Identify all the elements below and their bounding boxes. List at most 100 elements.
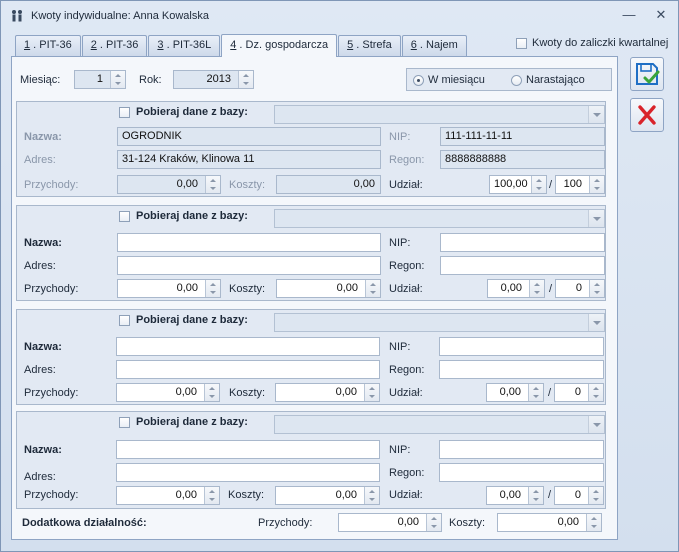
section-4-udzial-denominator[interactable]: 0 (554, 486, 604, 505)
section-1-udzial-spinner[interactable] (531, 176, 546, 193)
minimize-button[interactable]: — (619, 8, 639, 24)
year-spinner[interactable] (238, 71, 253, 88)
section-2-koszty-stepper[interactable]: 0,00 (276, 279, 381, 298)
section-3-header: Pobieraj dane z bazy: (119, 314, 248, 326)
section-2-udzial-denominator-spinner[interactable] (589, 280, 604, 297)
section-2-przychody-spinner[interactable] (205, 280, 220, 297)
save-button[interactable] (630, 57, 664, 91)
section-3-udzial-spinner[interactable] (528, 384, 543, 401)
section-4-nip-field[interactable] (439, 440, 604, 459)
extra-przychody-stepper[interactable]: 0,00 (338, 513, 442, 532)
section-2-regon-field[interactable] (440, 256, 605, 275)
extra-business-label: Dodatkowa działalność: (22, 517, 147, 529)
tab-najem[interactable]: 6 . Najem (401, 35, 467, 56)
month-spinner[interactable] (110, 71, 125, 88)
radio-monthly[interactable]: W miesiącu (413, 74, 485, 86)
section-1-pobieraj-checkbox[interactable] (119, 106, 130, 118)
tab-strefa[interactable]: 5 . Strefa (338, 35, 401, 56)
section-1-adres-field[interactable]: 31-124 Kraków, Klinowa 11 (117, 150, 381, 169)
section-4-przychody-spinner[interactable] (204, 487, 219, 504)
radio-monthly-dot[interactable] (413, 74, 424, 86)
section-4-nazwa-label: Nazwa: (24, 444, 62, 456)
section-3-koszty-stepper[interactable]: 0,00 (275, 383, 380, 402)
section-3-przychody-stepper[interactable]: 0,00 (116, 383, 220, 402)
extra-przychody-spinner[interactable] (426, 514, 441, 531)
section-1-udzial-label: Udział: (389, 179, 423, 191)
close-window-button[interactable]: ✕ (651, 8, 671, 24)
kwartal-checkbox-box[interactable] (516, 37, 527, 49)
section-3-udzial-denominator[interactable]: 0 (554, 383, 604, 402)
section-3-udzial-label: Udział: (389, 387, 423, 399)
section-4-koszty-label: Koszty: (228, 489, 265, 501)
section-1-koszty-field[interactable]: 0,00 (276, 175, 381, 194)
section-1-header: Pobieraj dane z bazy: (119, 106, 248, 118)
section-4-adres-field[interactable] (116, 463, 380, 482)
section-4-przychody-label: Przychody: (24, 489, 79, 501)
radio-cumulative-dot[interactable] (511, 74, 522, 86)
section-1-udzial-denominator-spinner[interactable] (589, 176, 604, 193)
tab-pit36-1[interactable]: 1 . PIT-36 (15, 35, 81, 56)
section-3-przychody-spinner[interactable] (204, 384, 219, 401)
section-3-pobieraj-checkbox[interactable] (119, 314, 130, 326)
chevron-down-icon[interactable] (588, 416, 604, 433)
section-3-source-dropdown[interactable] (274, 313, 605, 332)
section-4-przychody-stepper[interactable]: 0,00 (116, 486, 220, 505)
period-radio-group: W miesiącu Narastająco (406, 68, 612, 91)
section-2-udzial-denominator[interactable]: 0 (555, 279, 605, 298)
section-2-udzial-spinner[interactable] (529, 280, 544, 297)
window-title: Kwoty indywidualne: Anna Kowalska (31, 10, 209, 22)
section-3-udzial-stepper[interactable]: 0,00 (486, 383, 544, 402)
section-2-adres-field[interactable] (117, 256, 381, 275)
month-stepper[interactable]: 1 (74, 70, 126, 89)
section-1-source-dropdown[interactable] (274, 105, 605, 124)
section-2-koszty-label: Koszty: (229, 283, 266, 295)
section-4-koszty-stepper[interactable]: 0,00 (275, 486, 380, 505)
section-2-pobieraj-checkbox[interactable] (119, 210, 130, 222)
chevron-down-icon[interactable] (588, 314, 604, 331)
section-4-udzial-spinner[interactable] (528, 487, 543, 504)
section-1-nazwa-field[interactable]: OGRODNIK (117, 127, 381, 146)
section-2-udzial-stepper[interactable]: 0,00 (487, 279, 545, 298)
section-3-nip-field[interactable] (439, 337, 604, 356)
section-4-koszty-spinner[interactable] (364, 487, 379, 504)
section-4-pobieraj-checkbox[interactable] (119, 416, 130, 428)
section-3-regon-field[interactable] (439, 360, 604, 379)
cancel-button[interactable] (630, 98, 664, 132)
section-1-przychody-spinner[interactable] (205, 176, 220, 193)
section-1-udzial-stepper[interactable]: 100,00 (489, 175, 547, 194)
section-1-regon-field[interactable]: 8888888888 (440, 150, 605, 169)
tab-dz-gospodarcza[interactable]: 4 . Dz. gospodarcza (221, 34, 338, 57)
extra-koszty-spinner[interactable] (586, 514, 601, 531)
section-2-przychody-stepper[interactable]: 0,00 (117, 279, 221, 298)
section-3-regon-label: Regon: (389, 364, 425, 376)
radio-cumulative[interactable]: Narastająco (511, 74, 585, 86)
tab-pit36-2[interactable]: 2 . PIT-36 (81, 35, 148, 56)
section-3-koszty-spinner[interactable] (364, 384, 379, 401)
kwartal-checkbox[interactable]: Kwoty do zaliczki kwartalnej (516, 37, 668, 49)
section-4-nazwa-field[interactable] (116, 440, 380, 459)
section-2-source-dropdown[interactable] (274, 209, 605, 228)
section-4-source-dropdown[interactable] (274, 415, 605, 434)
year-stepper[interactable]: 2013 (173, 70, 254, 89)
section-4-udzial-stepper[interactable]: 0,00 (486, 486, 544, 505)
chevron-down-icon[interactable] (588, 106, 604, 123)
section-2-nip-field[interactable] (440, 233, 605, 252)
section-1-udzial-denominator[interactable]: 100 (555, 175, 605, 194)
section-4-slash: / (548, 489, 552, 501)
tab-pit36l[interactable]: 3 . PIT-36L (148, 35, 221, 56)
extra-koszty-stepper[interactable]: 0,00 (497, 513, 602, 532)
section-4-regon-field[interactable] (439, 463, 604, 482)
cancel-x-icon (638, 105, 656, 125)
section-3-adres-field[interactable] (116, 360, 380, 379)
section-3-udzial-denominator-spinner[interactable] (588, 384, 603, 401)
section-2-adres-label: Adres: (24, 260, 56, 272)
section-4-udzial-denominator-spinner[interactable] (588, 487, 603, 504)
section-2-nazwa-field[interactable] (117, 233, 381, 252)
section-2-koszty-spinner[interactable] (365, 280, 380, 297)
business-section-3: Pobieraj dane z bazy: Nazwa: NIP: Adres:… (16, 309, 606, 405)
section-3-nazwa-label: Nazwa: (24, 341, 62, 353)
section-1-nip-field[interactable]: 111-111-11-11 (440, 127, 605, 146)
section-1-przychody-stepper[interactable]: 0,00 (117, 175, 221, 194)
section-3-nazwa-field[interactable] (116, 337, 380, 356)
chevron-down-icon[interactable] (588, 210, 604, 227)
